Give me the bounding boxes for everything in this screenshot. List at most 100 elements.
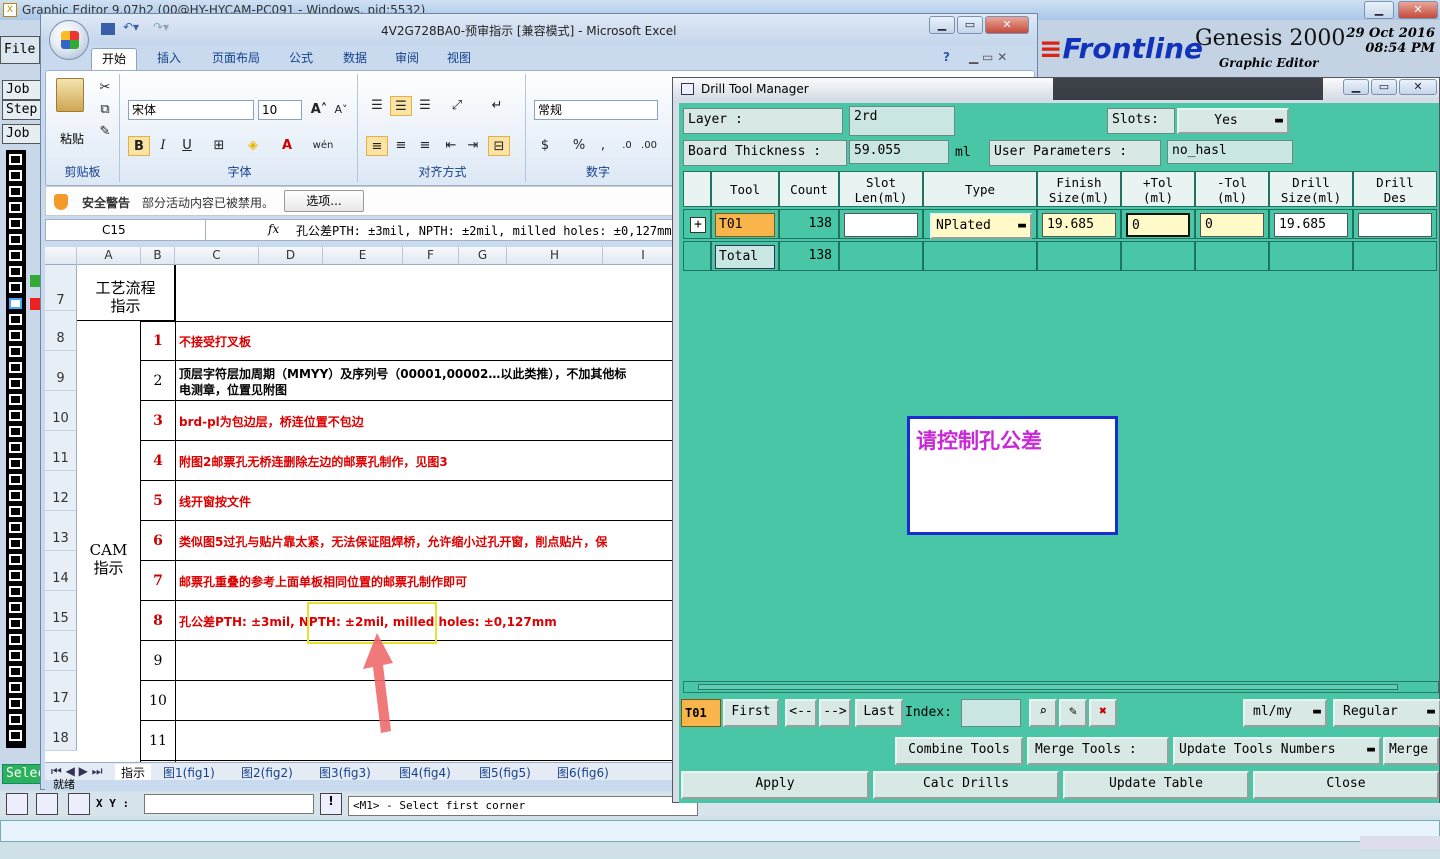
border-icon[interactable]: ⊞	[208, 136, 230, 156]
font-name-select[interactable]: 宋体	[128, 100, 254, 120]
phonetic-icon[interactable]: wén	[312, 136, 334, 156]
select-tool-icon[interactable]	[6, 793, 28, 815]
layer-slot-icon[interactable]	[9, 602, 22, 613]
command-bar[interactable]	[0, 820, 1440, 842]
close-dialog-button[interactable]: Close	[1253, 771, 1439, 799]
layer-slot-icon[interactable]	[9, 666, 22, 677]
formula-input[interactable]: 孔公差PTH: ±3mil, NPTH: ±2mil, milled holes…	[296, 222, 672, 239]
layer-slot-icon[interactable]	[9, 586, 22, 597]
layer-slot-icon[interactable]	[9, 250, 22, 261]
paste-label[interactable]: 粘贴	[60, 130, 84, 147]
grid-tool-icon[interactable]	[68, 793, 90, 815]
layer-slot-icon[interactable]	[9, 570, 22, 581]
sheet-tab[interactable]: 图6(fig6)	[557, 764, 609, 781]
layer-slot-icon[interactable]	[9, 442, 22, 453]
layer-slot-icon[interactable]	[9, 394, 22, 405]
row-header[interactable]: 18	[45, 711, 77, 751]
align-top-icon[interactable]: ☰	[366, 96, 388, 116]
layer-slot-icon[interactable]	[9, 458, 22, 469]
font-color-icon[interactable]: A	[276, 136, 298, 156]
italic-icon[interactable]: I	[152, 136, 174, 156]
paste-icon[interactable]	[56, 78, 84, 112]
slot-len-input[interactable]	[844, 213, 918, 237]
tab-page-layout[interactable]: 页面布局	[201, 48, 271, 70]
col-header[interactable]: A	[77, 247, 141, 265]
tab-insert[interactable]: 插入	[149, 48, 189, 70]
search-icon[interactable]: ⌕	[1029, 699, 1057, 727]
excel-maximize[interactable]: ▭	[957, 16, 983, 34]
align-center-icon[interactable]: ≡	[390, 136, 412, 156]
layer-slot-icon[interactable]	[9, 154, 22, 165]
wrap-text-icon[interactable]: ↵	[486, 96, 508, 116]
layer-slot-icon[interactable]	[9, 682, 22, 693]
row-header[interactable]: 14	[45, 551, 77, 591]
drill-des-input[interactable]	[1358, 213, 1432, 237]
board-thickness-input[interactable]: 59.055	[849, 140, 949, 164]
slots-select[interactable]: Yes ▬	[1177, 108, 1289, 134]
font-size-select[interactable]: 10	[258, 100, 302, 120]
delete-icon[interactable]: ✖	[1089, 699, 1117, 727]
layer-slot-icon[interactable]	[9, 314, 22, 325]
row-header[interactable]: 16	[45, 631, 77, 671]
sheet-tab[interactable]: 指示	[115, 764, 152, 781]
update-table-button[interactable]: Update Table	[1063, 771, 1249, 799]
drill-size-input[interactable]: 19.685	[1274, 213, 1348, 237]
layer-slot-icon[interactable]	[9, 474, 22, 485]
sheet-tab[interactable]: 图4(fig4)	[399, 764, 451, 781]
dtm-maximize[interactable]: ▭	[1371, 79, 1397, 95]
tab-view[interactable]: 视图	[439, 48, 479, 70]
increase-indent-icon[interactable]: ⇥	[462, 136, 484, 156]
layer-input[interactable]: 2rd	[849, 106, 955, 136]
layer-slot-icon[interactable]	[9, 650, 22, 661]
col-header[interactable]: H	[507, 247, 603, 265]
expand-icon[interactable]: +	[690, 217, 706, 233]
dtm-minimize[interactable]: ▁	[1343, 79, 1369, 95]
row-header[interactable]: 10	[45, 391, 77, 431]
layer-slot-icon[interactable]	[9, 186, 22, 197]
plus-tol-input[interactable]: 0	[1126, 213, 1190, 237]
layer-slot-icon[interactable]	[9, 282, 22, 293]
bold-icon[interactable]: B	[128, 136, 150, 156]
row-header[interactable]: 17	[45, 671, 77, 711]
layer-slot-icon[interactable]	[9, 378, 22, 389]
edit-icon[interactable]: ✎	[1059, 699, 1087, 727]
decrease-indent-icon[interactable]: ⇤	[440, 136, 462, 156]
excel-close[interactable]: ✕	[985, 16, 1029, 34]
layer-slot-icon[interactable]	[9, 298, 22, 309]
layer-slot-icon[interactable]	[9, 218, 22, 229]
options-button[interactable]: 选项...	[284, 190, 364, 212]
row-header[interactable]: 11	[45, 431, 77, 471]
row-header[interactable]: 8	[45, 311, 77, 351]
layer-slot-icon[interactable]	[9, 410, 22, 421]
tab-home[interactable]: 开始	[91, 48, 137, 70]
file-menu[interactable]: File	[0, 36, 40, 64]
mode-select[interactable]: Regular ▬	[1333, 699, 1440, 727]
user-params-input[interactable]: no_hasl	[1167, 140, 1293, 164]
copy-icon[interactable]: ⧉	[94, 100, 116, 120]
help-icon[interactable]: ?	[943, 50, 950, 64]
layer-slot-icon[interactable]	[9, 266, 22, 277]
layer-slot-icon[interactable]	[9, 618, 22, 629]
align-left-icon[interactable]: ≡	[366, 136, 388, 156]
orientation-icon[interactable]: ⤢	[446, 96, 468, 116]
col-header[interactable]: C	[175, 247, 259, 265]
next-button[interactable]: -->	[819, 699, 851, 727]
prev-button[interactable]: <--	[785, 699, 817, 727]
angle-tool-icon[interactable]	[36, 793, 58, 815]
layer-slot-icon[interactable]	[9, 714, 22, 725]
sheet-tab[interactable]: 图3(fig3)	[319, 764, 371, 781]
row-header[interactable]: 15	[45, 591, 77, 631]
layer-slot-icon[interactable]	[9, 522, 22, 533]
sheet-tab[interactable]: 图2(fig2)	[241, 764, 293, 781]
row-header[interactable]: 13	[45, 511, 77, 551]
row-header[interactable]: 9	[45, 351, 77, 391]
fx-icon[interactable]: fx	[268, 222, 279, 236]
col-header[interactable]: F	[403, 247, 459, 265]
decrease-decimal-icon[interactable]: .00	[638, 136, 660, 156]
office-button[interactable]	[49, 20, 89, 60]
col-header[interactable]: D	[259, 247, 323, 265]
apply-button[interactable]: Apply	[681, 771, 869, 799]
close-button[interactable]: ✕	[1398, 1, 1438, 19]
first-button[interactable]: First	[723, 699, 779, 727]
layer-slot-icon[interactable]	[9, 730, 22, 741]
